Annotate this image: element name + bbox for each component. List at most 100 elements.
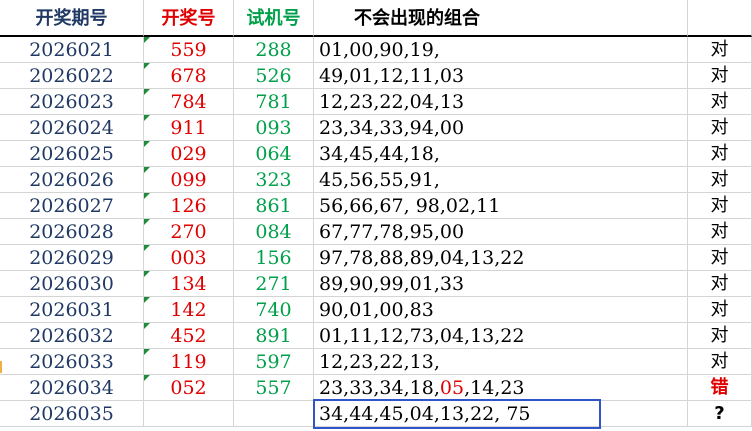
table-row: 2026023 784 781 12,23,22,04,13 对 xyxy=(0,89,752,115)
result-cell[interactable]: ? xyxy=(688,401,752,427)
comment-flag-icon xyxy=(144,375,150,381)
result-cell[interactable]: 对 xyxy=(688,167,752,193)
combo-cell[interactable]: 56,66,67, 98,02,11 xyxy=(314,193,688,219)
issue-cell[interactable]: 2026022 xyxy=(0,63,144,89)
result-cell[interactable]: 对 xyxy=(688,245,752,271)
draw-cell[interactable]: 126 xyxy=(144,193,234,219)
issue-cell[interactable]: 2026028 xyxy=(0,219,144,245)
result-cell[interactable]: 对 xyxy=(688,63,752,89)
draw-cell[interactable]: 784 xyxy=(144,89,234,115)
test-cell[interactable]: 093 xyxy=(234,115,314,141)
combo-cell[interactable]: 67,77,78,95,00 xyxy=(314,219,688,245)
draw-cell[interactable]: 678 xyxy=(144,63,234,89)
result-cell[interactable]: 对 xyxy=(688,115,752,141)
draw-value: 003 xyxy=(170,247,207,269)
issue-cell[interactable]: 2026025 xyxy=(0,141,144,167)
result-cell[interactable]: 对 xyxy=(688,297,752,323)
result-cell[interactable]: 对 xyxy=(688,89,752,115)
combo-cell[interactable]: 90,01,00,83 xyxy=(314,297,688,323)
combo-cell[interactable]: 97,78,88,89,04,13,22 xyxy=(314,245,688,271)
issue-cell[interactable]: 2026027 xyxy=(0,193,144,219)
issue-cell[interactable]: 2026035 xyxy=(0,401,144,427)
draw-cell[interactable]: 911 xyxy=(144,115,234,141)
header-result[interactable] xyxy=(688,0,752,37)
draw-cell[interactable] xyxy=(144,401,234,427)
combo-cell[interactable]: 12,23,22,04,13 xyxy=(314,89,688,115)
issue-cell[interactable]: 2026029 xyxy=(0,245,144,271)
draw-cell[interactable]: 452 xyxy=(144,323,234,349)
draw-value: 270 xyxy=(170,221,207,243)
test-cell[interactable]: 597 xyxy=(234,349,314,375)
table-row: 2026030 134 271 89,90,99,01,33 对 xyxy=(0,271,752,297)
result-cell[interactable]: 对 xyxy=(688,349,752,375)
test-cell[interactable]: 156 xyxy=(234,245,314,271)
issue-cell[interactable]: 2026021 xyxy=(0,37,144,63)
draw-value: 029 xyxy=(170,143,207,165)
result-cell[interactable]: 对 xyxy=(688,323,752,349)
combo-cell[interactable]: 23,34,33,94,00 xyxy=(314,115,688,141)
header-combo[interactable]: 不会出现的组合 xyxy=(314,0,688,37)
result-cell[interactable]: 对 xyxy=(688,141,752,167)
header-test[interactable]: 试机号 xyxy=(234,0,314,37)
test-cell[interactable]: 271 xyxy=(234,271,314,297)
draw-value: 052 xyxy=(170,377,207,399)
issue-cell[interactable]: 2026033 xyxy=(0,349,144,375)
combo-cell[interactable]: 01,00,90,19, xyxy=(314,37,688,63)
comment-flag-icon xyxy=(144,245,150,251)
result-cell[interactable]: 错 xyxy=(688,375,752,401)
draw-cell[interactable]: 003 xyxy=(144,245,234,271)
test-cell[interactable]: 323 xyxy=(234,167,314,193)
draw-cell[interactable]: 052 xyxy=(144,375,234,401)
draw-cell[interactable]: 099 xyxy=(144,167,234,193)
draw-value: 784 xyxy=(170,91,207,113)
comment-flag-icon xyxy=(144,167,150,173)
issue-cell[interactable]: 2026023 xyxy=(0,89,144,115)
spreadsheet: 开奖期号 开奖号 试机号 不会出现的组合 2026021 559 288 01,00,… xyxy=(0,0,752,431)
test-cell[interactable]: 891 xyxy=(234,323,314,349)
header-draw[interactable]: 开奖号 xyxy=(144,0,234,37)
draw-value: 911 xyxy=(170,117,207,139)
test-cell[interactable]: 557 xyxy=(234,375,314,401)
test-cell[interactable]: 526 xyxy=(234,63,314,89)
draw-value: 134 xyxy=(170,273,207,295)
table-row: 2026029 003 156 97,78,88,89,04,13,22 对 xyxy=(0,245,752,271)
draw-cell[interactable]: 270 xyxy=(144,219,234,245)
combo-cell[interactable]: 89,90,99,01,33 xyxy=(314,271,688,297)
table-row: 2026022 678 526 49,01,12,11,03 对 xyxy=(0,63,752,89)
header-issue[interactable]: 开奖期号 xyxy=(0,0,144,37)
result-cell[interactable]: 对 xyxy=(688,271,752,297)
combo-cell[interactable]: 49,01,12,11,03 xyxy=(314,63,688,89)
result-cell[interactable]: 对 xyxy=(688,37,752,63)
combo-cell[interactable]: 34,45,44,18, xyxy=(314,141,688,167)
test-cell[interactable]: 288 xyxy=(234,37,314,63)
result-cell[interactable]: 对 xyxy=(688,219,752,245)
draw-cell[interactable]: 134 xyxy=(144,271,234,297)
test-cell[interactable]: 740 xyxy=(234,297,314,323)
draw-cell[interactable]: 029 xyxy=(144,141,234,167)
combo-cell[interactable]: 23,33,34,18,05,14,23 xyxy=(314,375,688,401)
comment-flag-icon xyxy=(144,323,150,329)
test-cell[interactable]: 861 xyxy=(234,193,314,219)
draw-value: 126 xyxy=(170,195,207,217)
issue-cell[interactable]: 2026024 xyxy=(0,115,144,141)
issue-cell[interactable]: 2026032 xyxy=(0,323,144,349)
result-cell[interactable]: 对 xyxy=(688,193,752,219)
draw-cell[interactable]: 142 xyxy=(144,297,234,323)
issue-cell[interactable]: 2026034 xyxy=(0,375,144,401)
test-cell[interactable]: 084 xyxy=(234,219,314,245)
combo-cell[interactable]: 34,44,45,04,13,22, 75 xyxy=(314,401,688,427)
issue-cell[interactable]: 2026026 xyxy=(0,167,144,193)
draw-cell[interactable]: 119 xyxy=(144,349,234,375)
test-cell[interactable]: 064 xyxy=(234,141,314,167)
combo-cell[interactable]: 45,56,55,91, xyxy=(314,167,688,193)
comment-flag-icon xyxy=(144,115,150,121)
combo-cell[interactable]: 01,11,12,73,04,13,22 xyxy=(314,323,688,349)
test-cell[interactable]: 781 xyxy=(234,89,314,115)
test-cell[interactable] xyxy=(234,401,314,427)
combo-cell[interactable]: 12,23,22,13, xyxy=(314,349,688,375)
draw-cell[interactable]: 559 xyxy=(144,37,234,63)
table-row: 2026026 099 323 45,56,55,91, 对 xyxy=(0,167,752,193)
issue-cell[interactable]: 2026030 xyxy=(0,271,144,297)
issue-cell[interactable]: 2026031 xyxy=(0,297,144,323)
table-row: 2026025 029 064 34,45,44,18, 对 xyxy=(0,141,752,167)
